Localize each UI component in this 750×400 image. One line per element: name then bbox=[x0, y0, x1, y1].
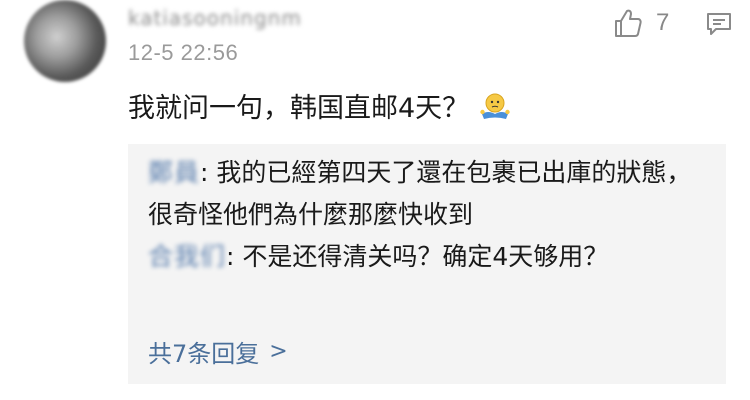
timestamp: 12-5 22:56 bbox=[128, 40, 239, 65]
more-replies-link[interactable]: 共7条回复 > bbox=[148, 334, 288, 369]
replies-box: 鄭員: 我的已經第四天了還在包裹已出庫的狀態，很奇怪他們為什麼那麼快收到 合我们… bbox=[128, 144, 726, 384]
like-count: 7 bbox=[656, 9, 670, 36]
reply-item: 合我们: 不是还得清关吗？确定4天够用？ bbox=[148, 236, 716, 278]
comment-text: 我就问一句，韩国直邮4天？ bbox=[128, 93, 470, 124]
reply-text: : 不是还得清关吗？确定4天够用？ bbox=[226, 242, 609, 271]
reply-item: 鄭員: 我的已經第四天了還在包裹已出庫的狀態，很奇怪他們為什麼那麼快收到 bbox=[148, 152, 716, 236]
reply-author[interactable]: 合我们 bbox=[148, 236, 226, 278]
chevron-right-icon: > bbox=[269, 339, 288, 364]
thumbs-up-icon[interactable] bbox=[612, 7, 644, 39]
username[interactable]: katiasooningnm bbox=[128, 6, 308, 30]
like-area[interactable]: 7 bbox=[612, 6, 669, 40]
reply-author[interactable]: 鄭員 bbox=[148, 152, 200, 194]
avatar[interactable] bbox=[24, 0, 106, 82]
reply-text: : 我的已經第四天了還在包裹已出庫的狀態，很奇怪他們為什麼那麼快收到 bbox=[148, 158, 692, 229]
more-replies-label: 共7条回复 bbox=[148, 340, 260, 368]
reply-comment-icon[interactable] bbox=[706, 12, 732, 36]
shrug-emoji-icon bbox=[480, 93, 510, 119]
comment-body: 我就问一句，韩国直邮4天？ bbox=[128, 86, 511, 125]
